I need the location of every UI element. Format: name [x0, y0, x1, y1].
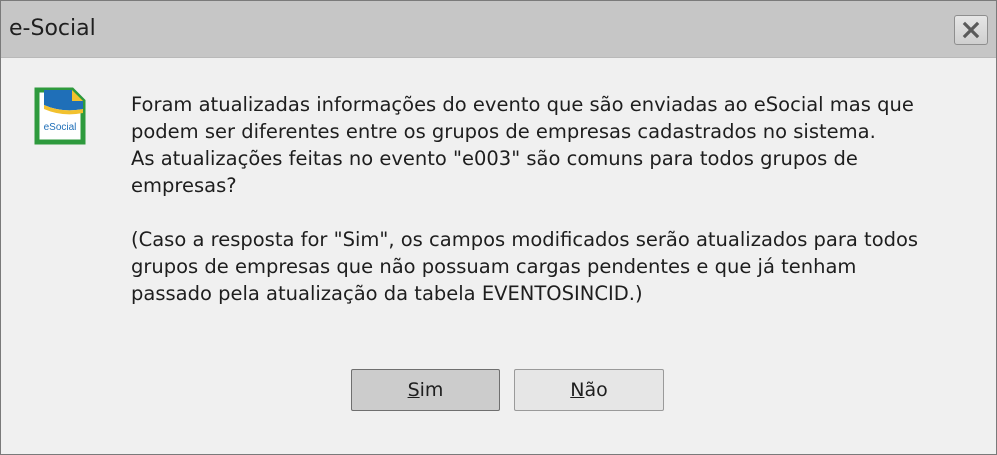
no-button-mnemonic: N	[570, 379, 585, 401]
note-line: (Caso a resposta for "Sim", os campos mo…	[131, 228, 919, 251]
no-button-label: ão	[584, 379, 608, 401]
message-line: empresas?	[131, 174, 237, 197]
dialog-content: eSocial Foram atualizadas informações do…	[11, 58, 987, 446]
esocial-icon: eSocial	[34, 87, 86, 145]
note-line: passado pela atualização da tabela EVENT…	[131, 282, 643, 305]
no-button[interactable]: Não	[514, 369, 664, 411]
message-line: As atualizações feitas no evento "e003" …	[131, 147, 858, 170]
message-line: podem ser diferentes entre os grupos de …	[131, 120, 876, 143]
esocial-dialog: e-Social eSocial Foram atualizadas infor…	[0, 0, 997, 455]
esocial-icon-label: eSocial	[44, 122, 77, 133]
yes-button[interactable]: Sim	[351, 369, 500, 411]
close-button[interactable]	[954, 15, 988, 45]
close-icon	[962, 21, 980, 39]
yes-button-label: im	[419, 379, 444, 401]
window-title: e-Social	[9, 16, 96, 41]
yes-button-mnemonic: S	[407, 379, 420, 401]
note-line: grupos de empresas que não possuam carga…	[131, 255, 857, 278]
message-text: Foram atualizadas informações do evento …	[131, 91, 981, 307]
message-line: Foram atualizadas informações do evento …	[131, 93, 914, 116]
title-bar[interactable]: e-Social	[1, 1, 996, 58]
